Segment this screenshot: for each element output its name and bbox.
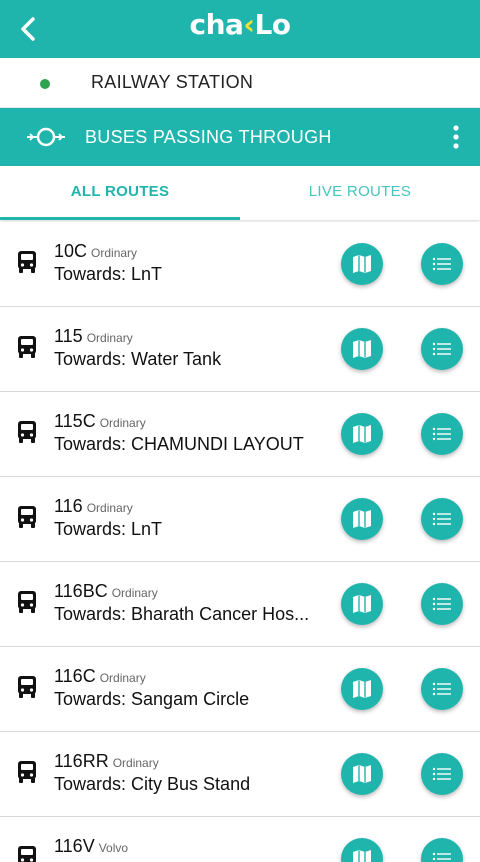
route-number: 116C Ordinary: [54, 666, 146, 687]
view-route-stops-button[interactable]: [421, 753, 463, 795]
map-icon: [353, 340, 371, 358]
bus-icon: [18, 591, 36, 613]
route-number-text: 115C: [54, 411, 96, 431]
route-list-item[interactable]: 115C Ordinary Towards: CHAMUNDI LAYOUT: [0, 392, 480, 477]
tab-selected-indicator: [0, 217, 240, 220]
route-service-type: Ordinary: [86, 501, 133, 515]
route-list[interactable]: 10C Ordinary Towards: LnT 115 Ordinary T…: [0, 222, 480, 862]
map-icon: [353, 765, 371, 783]
route-service-type: Ordinary: [111, 586, 158, 600]
more-vert-icon: [453, 125, 459, 149]
list-icon: [432, 427, 451, 441]
bus-icon: [18, 251, 36, 273]
route-service-type: Ordinary: [86, 331, 133, 345]
route-number: 10C Ordinary: [54, 241, 137, 262]
route-list-item[interactable]: 116C Ordinary Towards: Sangam Circle: [0, 647, 480, 732]
list-icon: [432, 852, 451, 861]
list-icon: [432, 597, 451, 611]
section-title: BUSES PASSING THROUGH: [85, 127, 332, 147]
route-list-item[interactable]: 116 Ordinary Towards: LnT: [0, 477, 480, 562]
logo-text-secondary: Lo: [254, 8, 291, 41]
app-bar: cha‹Lo: [0, 0, 480, 58]
route-service-type: Ordinary: [99, 671, 146, 685]
route-list-item[interactable]: 10C Ordinary Towards: LnT: [0, 222, 480, 307]
bus-icon: [18, 336, 36, 358]
route-tabs: ALL ROUTES LIVE ROUTES: [0, 166, 480, 220]
view-route-map-button[interactable]: [341, 583, 383, 625]
route-destination: Towards: LnT: [54, 519, 163, 539]
view-route-stops-button[interactable]: [421, 498, 463, 540]
route-number: 116BC Ordinary: [54, 581, 158, 602]
more-options-button[interactable]: [440, 122, 472, 152]
list-icon: [432, 767, 451, 781]
view-route-map-button[interactable]: [341, 753, 383, 795]
view-route-map-button[interactable]: [341, 668, 383, 710]
route-destination: Towards: LnT: [54, 264, 163, 284]
view-route-map-button[interactable]: [341, 243, 383, 285]
route-destination: Towards: Bharath Cancer Hos...: [54, 604, 310, 624]
route-destination: Towards: CHAMUNDI LAYOUT: [54, 434, 304, 454]
stop-dot-icon: [40, 79, 50, 89]
route-list-item[interactable]: 116RR Ordinary Towards: City Bus Stand: [0, 732, 480, 817]
route-number-text: 115: [54, 326, 83, 346]
route-number-text: 116C: [54, 666, 96, 686]
view-route-stops-button[interactable]: [421, 668, 463, 710]
map-icon: [353, 425, 371, 443]
route-service-type: Ordinary: [99, 416, 146, 430]
map-icon: [353, 510, 371, 528]
stop-name: RAILWAY STATION: [91, 72, 254, 92]
logo-text-primary: cha: [189, 8, 244, 41]
map-icon: [353, 595, 371, 613]
bus-icon: [18, 846, 36, 862]
view-route-map-button[interactable]: [341, 838, 383, 862]
list-icon: [432, 512, 451, 526]
route-number: 116RR Ordinary: [54, 751, 159, 772]
logo-accent-mark: ‹: [243, 8, 255, 41]
list-icon: [432, 342, 451, 356]
bus-icon: [18, 761, 36, 783]
route-destination: Towards: Water Tank: [54, 349, 222, 369]
app-logo: cha‹Lo: [0, 8, 480, 41]
route-number: 116V Volvo: [54, 836, 128, 857]
route-destination: Towards: Sangam Circle: [54, 689, 250, 709]
bus-icon: [18, 506, 36, 528]
selected-stop[interactable]: RAILWAY STATION: [0, 58, 480, 108]
stop-pass-through-icon: [27, 127, 65, 147]
route-number-text: 116: [54, 496, 83, 516]
bus-icon: [18, 421, 36, 443]
tab-live-routes[interactable]: LIVE ROUTES: [240, 166, 480, 220]
view-route-stops-button[interactable]: [421, 413, 463, 455]
view-route-map-button[interactable]: [341, 413, 383, 455]
list-icon: [432, 682, 451, 696]
route-number: 115C Ordinary: [54, 411, 146, 432]
route-service-type: Ordinary: [91, 246, 138, 260]
view-route-stops-button[interactable]: [421, 583, 463, 625]
tab-all-routes[interactable]: ALL ROUTES: [0, 166, 240, 220]
bus-icon: [18, 676, 36, 698]
view-route-stops-button[interactable]: [421, 328, 463, 370]
view-route-stops-button[interactable]: [421, 838, 463, 862]
list-icon: [432, 257, 451, 271]
route-destination: Towards: City Bus Stand: [54, 774, 251, 794]
view-route-stops-button[interactable]: [421, 243, 463, 285]
route-number-text: 116V: [54, 836, 95, 856]
view-route-map-button[interactable]: [341, 498, 383, 540]
route-number: 115 Ordinary: [54, 326, 133, 347]
map-icon: [353, 255, 371, 273]
map-icon: [353, 850, 371, 862]
buses-passing-header: BUSES PASSING THROUGH: [0, 108, 480, 166]
route-number-text: 10C: [54, 241, 88, 261]
view-route-map-button[interactable]: [341, 328, 383, 370]
route-number-text: 116BC: [54, 581, 108, 601]
map-icon: [353, 680, 371, 698]
route-number-text: 116RR: [54, 751, 109, 771]
route-number: 116 Ordinary: [54, 496, 133, 517]
route-service-type: Ordinary: [112, 756, 159, 770]
route-service-type: Volvo: [98, 841, 129, 855]
route-list-item[interactable]: 115 Ordinary Towards: Water Tank: [0, 307, 480, 392]
route-list-item[interactable]: 116V Volvo: [0, 817, 480, 862]
route-list-item[interactable]: 116BC Ordinary Towards: Bharath Cancer Ho…: [0, 562, 480, 647]
